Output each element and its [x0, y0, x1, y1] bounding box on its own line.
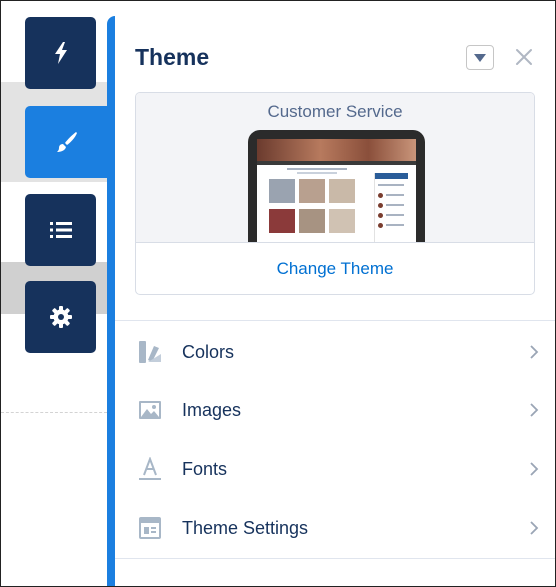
- colors-palette-icon: [137, 339, 163, 365]
- preview-nav-bar: [257, 161, 416, 165]
- panel-header: Theme: [115, 16, 556, 92]
- menu-item-images[interactable]: Images: [115, 381, 556, 439]
- menu-item-theme-settings[interactable]: Theme Settings: [115, 499, 556, 557]
- gear-icon: [49, 306, 72, 328]
- chevron-right-icon: [527, 401, 541, 419]
- theme-name: Customer Service: [267, 102, 403, 121]
- preview-text-line: [386, 204, 404, 206]
- paintbrush-icon: [56, 132, 77, 152]
- preview-text-line: [287, 168, 347, 170]
- rail-button-theme[interactable]: [25, 106, 108, 178]
- preview-text-line: [378, 184, 404, 186]
- preview-text-line: [297, 172, 337, 174]
- menu-item-label: Images: [182, 399, 242, 420]
- preview-screen: [257, 139, 416, 242]
- change-theme-link[interactable]: Change Theme: [136, 243, 534, 294]
- panel-close-button[interactable]: [511, 44, 537, 70]
- menu-item-label: Theme Settings: [182, 517, 309, 538]
- preview-text-line: [386, 194, 404, 196]
- menu-item-fonts[interactable]: Fonts: [115, 440, 556, 498]
- menu-item-label: Fonts: [182, 458, 228, 479]
- rail-button-pages[interactable]: [25, 194, 96, 266]
- preview-avatar: [378, 213, 383, 218]
- caret-down-icon: [474, 53, 486, 62]
- canvas-dashed-guide: [1, 412, 107, 413]
- theme-card: Customer Service Change Theme: [135, 92, 535, 295]
- preview-tile: [329, 179, 355, 203]
- theme-panel: Theme Customer Service Change Theme Colo…: [107, 16, 556, 587]
- menu-item-colors[interactable]: Colors: [115, 323, 556, 381]
- preview-tile: [329, 209, 355, 233]
- list-icon: [49, 222, 72, 238]
- section-divider: [115, 558, 556, 559]
- chevron-right-icon: [527, 343, 541, 361]
- preview-tile: [299, 179, 325, 203]
- preview-avatar: [378, 203, 383, 208]
- preview-text-line: [386, 224, 404, 226]
- menu-item-label: Colors: [182, 341, 235, 362]
- font-icon: [137, 456, 163, 482]
- close-icon: [516, 49, 532, 65]
- theme-preview-thumbnail: [248, 130, 425, 242]
- preview-avatar: [378, 193, 383, 198]
- theme-preview: Customer Service: [136, 93, 534, 243]
- rail-button-settings[interactable]: [25, 281, 96, 353]
- preview-tile: [269, 179, 295, 203]
- lightning-bolt-icon: [54, 42, 67, 64]
- preview-tile: [299, 209, 325, 233]
- chevron-right-icon: [527, 519, 541, 537]
- rail-button-actions[interactable]: [25, 17, 96, 89]
- preview-avatar: [378, 223, 383, 228]
- chevron-right-icon: [527, 460, 541, 478]
- layout-settings-icon: [137, 515, 163, 541]
- image-icon: [137, 397, 163, 423]
- panel-title: Theme: [135, 44, 210, 70]
- panel-menu-dropdown-button[interactable]: [466, 45, 494, 70]
- preview-hero-image: [257, 139, 416, 161]
- preview-sidebar-header: [375, 173, 408, 179]
- preview-text-line: [386, 214, 404, 216]
- section-divider: [115, 320, 556, 321]
- preview-tile: [269, 209, 295, 233]
